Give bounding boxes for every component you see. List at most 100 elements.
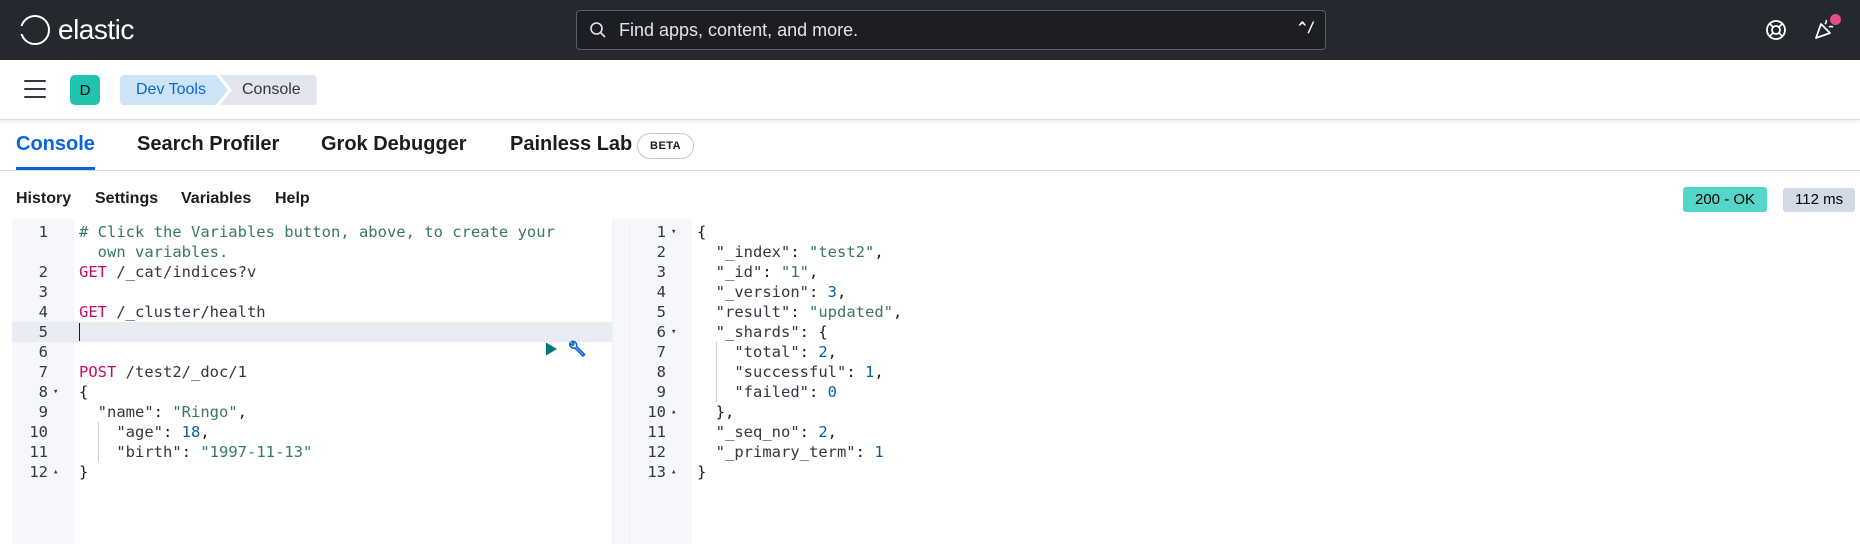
code-line: 4 GET /_cluster/health xyxy=(12,302,612,322)
code-line: 3 xyxy=(12,282,612,302)
code-line: 11 "_seq_no": 2, xyxy=(630,422,1850,442)
code-line: 5 "result": "updated", xyxy=(630,302,1850,322)
line-number: 10 xyxy=(29,423,48,441)
line-number: 4 xyxy=(656,283,666,301)
response-editor: 1 ▾{2 "_index": "test2", 3 "_id": "1", 4 "_… xyxy=(630,219,1850,544)
breadcrumb-dev-tools[interactable]: Dev Tools xyxy=(120,75,228,105)
code-text: "total": 2, xyxy=(697,343,838,361)
code-line: 1 ▾ { xyxy=(630,222,1850,242)
global-search[interactable]: ^/ xyxy=(576,10,1326,50)
code-text: "failed": 0 xyxy=(697,383,837,401)
code-line: 5 xyxy=(12,322,612,342)
request-editor[interactable]: 1 # Click the Variables button, above, to… xyxy=(12,219,612,544)
fold-close-icon[interactable]: ▴ xyxy=(671,462,676,482)
code-line: 10 ▴ }, xyxy=(630,402,1850,422)
code-text: "_index": "test2", xyxy=(697,243,884,261)
line-number: 4 xyxy=(38,303,48,321)
fold-close-icon[interactable]: ▴ xyxy=(671,402,676,422)
code-line: 10 "age": 18, xyxy=(12,422,612,442)
play-icon[interactable] xyxy=(543,341,559,357)
code-text: } xyxy=(697,463,707,481)
line-number: 10 xyxy=(647,403,666,421)
code-text: own variables. xyxy=(79,243,229,261)
line-number: 11 xyxy=(647,423,666,441)
code-line: 7 "total": 2, xyxy=(630,342,1850,362)
code-text: # Click the Variables button, above, to … xyxy=(79,223,555,241)
line-number: 13 xyxy=(647,463,666,481)
code-text: } xyxy=(79,463,89,481)
code-line: 11 "birth": "1997-11-13" xyxy=(12,442,612,462)
code-line: 8 ▾ { xyxy=(12,382,612,402)
menu-icon[interactable] xyxy=(24,80,46,100)
line-number: 11 xyxy=(29,443,48,461)
space-avatar[interactable]: D xyxy=(70,75,100,105)
code-text: }, xyxy=(697,403,735,421)
indent-guide xyxy=(716,342,717,402)
code-line: 8 "successful": 1, xyxy=(630,362,1850,382)
code-line: 13 ▴} xyxy=(630,462,1850,482)
tab-search-profiler[interactable]: Search Profiler xyxy=(137,133,279,156)
code-text: "_shards": { xyxy=(697,323,828,341)
fold-open-icon[interactable]: ▾ xyxy=(671,322,676,342)
code-text: { xyxy=(697,223,707,241)
variables-button[interactable]: Variables xyxy=(181,190,251,208)
line-number: 3 xyxy=(38,283,48,301)
line-number: 8 xyxy=(656,363,666,381)
code-line: 9 "name": "Ringo", xyxy=(12,402,612,422)
history-button[interactable]: History xyxy=(16,190,71,208)
line-number: 9 xyxy=(656,383,666,401)
search-input[interactable] xyxy=(619,19,1259,41)
code-line: 6 ▾ "_shards": { xyxy=(630,322,1850,342)
code-text: "_version": 3, xyxy=(697,283,847,301)
status-badge: 200 - OK xyxy=(1683,187,1768,212)
line-number: 3 xyxy=(656,263,666,281)
code-text: GET /_cluster/health xyxy=(79,303,266,321)
settings-button[interactable]: Settings xyxy=(95,190,158,208)
line-number: 5 xyxy=(38,323,48,341)
breadcrumb-console: Console xyxy=(220,75,317,105)
code-line: 2 GET /_cat/indices?v xyxy=(12,262,612,282)
global-header: elastic ^/ xyxy=(0,0,1860,60)
elastic-logo-link[interactable]: elastic xyxy=(19,14,134,46)
wrench-icon[interactable] xyxy=(567,339,587,359)
code-text: "birth": "1997-11-13" xyxy=(79,443,313,461)
line-number: 6 xyxy=(38,343,48,361)
line-number: 1 xyxy=(656,223,666,241)
code-line: 2 "_index": "test2", xyxy=(630,242,1850,262)
help-button[interactable]: Help xyxy=(275,190,310,208)
fold-close-icon[interactable]: ▴ xyxy=(53,462,58,482)
code-text: { xyxy=(79,383,89,401)
text-cursor xyxy=(79,323,80,341)
line-number: 7 xyxy=(656,343,666,361)
code-line: 7 POST /test2/_doc/1 xyxy=(12,362,612,382)
tab-painless-lab[interactable]: Painless Lab xyxy=(510,133,632,156)
code-line: own variables. xyxy=(12,242,612,262)
line-number: 2 xyxy=(656,243,666,261)
help-icon[interactable] xyxy=(1764,18,1788,42)
beta-badge: BETA xyxy=(637,133,695,159)
line-number: 12 xyxy=(647,443,666,461)
line-number: 7 xyxy=(38,363,48,381)
code-line: 1 # Click the Variables button, above, to… xyxy=(12,222,612,242)
code-text: "result": "updated", xyxy=(697,303,903,321)
code-text: "_primary_term": 1 xyxy=(697,443,884,461)
code-line: 9 "failed": 0 xyxy=(630,382,1850,402)
code-line: 3 "_id": "1", xyxy=(630,262,1850,282)
code-line: 6 xyxy=(12,342,612,362)
tab-grok-debugger[interactable]: Grok Debugger xyxy=(321,133,467,156)
code-text: "successful": 1, xyxy=(697,363,884,381)
editor-resize-handle[interactable] xyxy=(612,219,630,544)
fold-open-icon[interactable]: ▾ xyxy=(53,382,58,402)
devtools-tabs: Console Search Profiler Grok Debugger Pa… xyxy=(0,121,1860,171)
code-line: 4 "_version": 3, xyxy=(630,282,1850,302)
elastic-logo-icon xyxy=(19,15,50,45)
request-time-badge: 112 ms xyxy=(1783,188,1856,212)
line-number: 5 xyxy=(656,303,666,321)
code-text: "name": "Ringo", xyxy=(79,403,247,421)
tab-console[interactable]: Console xyxy=(16,133,95,170)
fold-open-icon[interactable]: ▾ xyxy=(671,222,676,242)
code-text: "_id": "1", xyxy=(697,263,819,281)
breadcrumb-bar: D Dev Tools Console xyxy=(0,60,1860,120)
search-shortcut-hint: ^/ xyxy=(1298,20,1315,36)
line-number: 6 xyxy=(656,323,666,341)
